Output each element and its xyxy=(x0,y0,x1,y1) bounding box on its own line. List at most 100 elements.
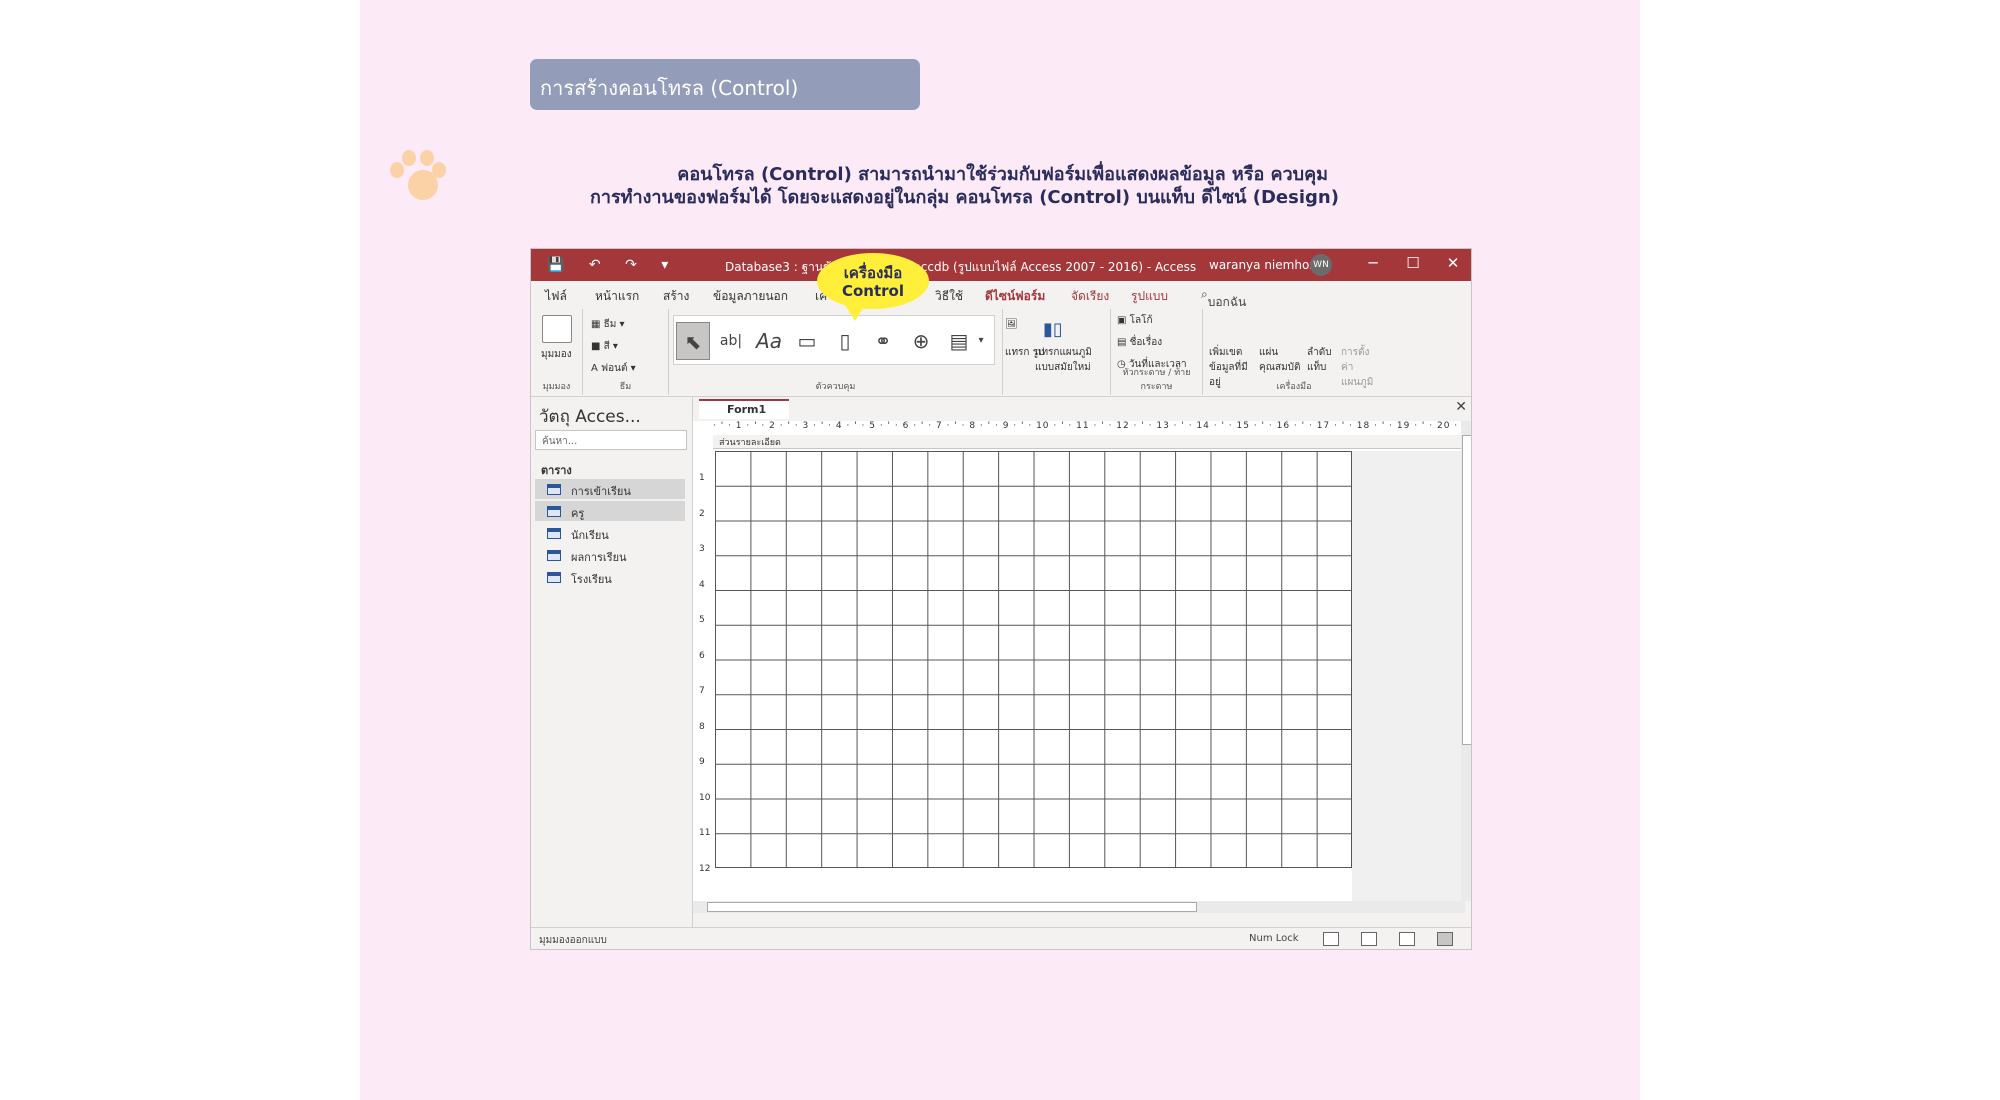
document-area: Form1 ✕ · ' · 1 · ' · 2 · ' · 3 · ' · 4 … xyxy=(693,397,1471,927)
datasheet-view-icon[interactable] xyxy=(1361,932,1377,946)
vertical-ruler-number: 6 xyxy=(699,650,705,661)
description-line-2: การทำงานของฟอร์มได้ โดยจะแสดงอยู่ในกลุ่ม… xyxy=(590,187,1339,208)
web-browser-tool-icon[interactable]: ⊕ xyxy=(904,322,938,360)
close-button[interactable]: ✕ xyxy=(1433,254,1471,272)
control-tools-callout: เครื่องมือ Control xyxy=(817,253,929,321)
minimize-button[interactable]: ─ xyxy=(1353,254,1393,272)
maximize-button[interactable]: ☐ xyxy=(1393,254,1433,272)
access-window: 💾 ↶ ↷ ▾ Database3 : ฐานข้อมูล- ...base3.… xyxy=(530,248,1472,950)
status-mode: มุมมองออกแบบ xyxy=(539,935,607,946)
tab-home[interactable]: หน้าแรก xyxy=(595,287,639,306)
vertical-ruler-number: 2 xyxy=(699,508,705,519)
vertical-ruler-number: 10 xyxy=(699,792,711,803)
status-bar: มุมมองออกแบบ Num Lock xyxy=(531,927,1471,950)
controls-group: ⬉ ab| Aa ▭ ▯ ⚭ ⊕ ▤ ▾ 🖼 ตัวควบคุม xyxy=(669,309,1018,395)
tools-group: เพิ่มเขตข้อมูลที่มีอยู่ แผ่นคุณสมบัติ ลำ… xyxy=(1203,309,1465,395)
quick-access-toolbar[interactable]: 💾 ↶ ↷ ▾ xyxy=(547,257,678,273)
tab-help[interactable]: วิธีใช้ xyxy=(935,287,963,306)
tab-arrange[interactable]: จัดเรียง xyxy=(1071,287,1109,306)
nav-search-input[interactable]: ค้นหา... xyxy=(535,430,687,450)
nav-item-label: ผลการเรียน xyxy=(571,551,627,564)
vertical-ruler-number: 4 xyxy=(699,579,705,590)
navigation-tool-icon[interactable]: ▤ xyxy=(942,322,976,360)
label-tool-icon[interactable]: Aa xyxy=(752,322,786,360)
vertical-ruler-number: 11 xyxy=(699,828,711,838)
table-icon xyxy=(547,506,561,517)
nav-item-teacher[interactable]: ครู xyxy=(535,501,685,521)
vertical-scroll-thumb[interactable] xyxy=(1462,435,1471,745)
view-icon[interactable] xyxy=(542,315,572,343)
table-icon xyxy=(547,484,561,495)
themes-item[interactable]: ▦ ธีม ▾ xyxy=(591,317,625,332)
hyperlink-tool-icon[interactable]: ⚭ xyxy=(866,322,900,360)
tab-form1[interactable]: Form1 xyxy=(699,399,789,419)
table-icon xyxy=(547,550,561,561)
title-label: ชื่อเรื่อง xyxy=(1129,337,1163,348)
tools-group-label: เครื่องมือ xyxy=(1276,382,1312,392)
insert-chart-button[interactable]: แทรกแผนภูมิ แบบสมัยใหม่ xyxy=(1035,345,1105,375)
design-view-icon[interactable] xyxy=(1437,932,1453,946)
tab-file[interactable]: ไฟล์ xyxy=(545,287,567,306)
nav-item-label: โรงเรียน xyxy=(571,573,612,586)
tell-me-box[interactable]: ⌕ บอกฉันว่าคุณต้องการทำอะไร xyxy=(1201,287,1249,366)
chart-icon[interactable]: ▮▯ xyxy=(1043,319,1063,340)
layout-view-icon[interactable] xyxy=(1399,932,1415,946)
horizontal-scrollbar[interactable] xyxy=(693,901,1465,913)
nav-item-label: ครู xyxy=(571,507,585,520)
gallery-more-icon[interactable]: ▾ xyxy=(972,322,990,360)
form-design-canvas[interactable]: · ' · 1 · ' · 2 · ' · 3 · ' · 4 · ' · 5 … xyxy=(693,421,1465,901)
horizontal-scroll-thumb[interactable] xyxy=(707,902,1197,912)
themes-label: ธีม xyxy=(603,319,617,330)
horizontal-ruler: · ' · 1 · ' · 2 · ' · 3 · ' · 4 · ' · 5 … xyxy=(713,421,1459,431)
tab-order-button[interactable]: ลำดับแท็บ xyxy=(1307,345,1337,375)
vertical-ruler-number: 12 xyxy=(699,863,711,874)
num-lock-indicator: Num Lock xyxy=(1249,933,1299,944)
description-line-1: คอนโทรล (Control) สามารถนำมาใช้ร่วมกับฟอ… xyxy=(677,164,1328,185)
form-grid[interactable] xyxy=(715,451,1352,868)
themes-group-label: ธีม xyxy=(619,382,632,392)
nav-item-school[interactable]: โรงเรียน xyxy=(535,567,685,587)
logo-label: โลโก้ xyxy=(1129,315,1153,326)
status-accent-bar xyxy=(531,949,939,950)
title-button[interactable]: ▤ ชื่อเรื่อง xyxy=(1117,335,1162,350)
textbox-tool-icon[interactable]: ab| xyxy=(714,322,748,360)
nav-group-tables[interactable]: ตาราง xyxy=(541,461,572,479)
title-bar: 💾 ↶ ↷ ▾ Database3 : ฐานข้อมูล- ...base3.… xyxy=(531,249,1471,281)
table-icon xyxy=(547,528,561,539)
paw-icon xyxy=(386,148,446,204)
insert-group: แทรก รูป ▮▯ แทรกแผนภูมิ แบบสมัยใหม่ xyxy=(1003,309,1111,395)
vertical-ruler-number: 5 xyxy=(699,615,705,625)
close-document-icon[interactable]: ✕ xyxy=(1455,399,1467,415)
fonts-item[interactable]: A ฟอนต์ ▾ xyxy=(591,361,636,376)
navigation-pane: วัตถุ Acces... ค้นหา... ตาราง การเข้าเรี… xyxy=(531,397,693,927)
colors-item[interactable]: ■ สี ▾ xyxy=(591,339,618,354)
tab-format[interactable]: รูปแบบ xyxy=(1131,287,1168,306)
vertical-scrollbar[interactable] xyxy=(1461,421,1471,901)
themes-group: ▦ ธีม ▾ ■ สี ▾ A ฟอนต์ ▾ ธีม xyxy=(583,309,669,395)
logo-button[interactable]: ▣ โลโก้ xyxy=(1117,313,1153,328)
nav-item-grades[interactable]: ผลการเรียน xyxy=(535,545,685,565)
property-sheet-button[interactable]: แผ่นคุณสมบัติ xyxy=(1259,345,1303,375)
fonts-label: ฟอนต์ xyxy=(601,363,628,374)
vertical-ruler-number: 8 xyxy=(699,721,705,732)
tab-external-data[interactable]: ข้อมูลภายนอก xyxy=(713,287,788,306)
tab-control-tool-icon[interactable]: ▯ xyxy=(828,322,862,360)
canvas-background xyxy=(1352,451,1465,901)
avatar[interactable]: WN xyxy=(1310,254,1332,276)
nav-item-attendance[interactable]: การเข้าเรียน xyxy=(535,479,685,499)
tab-create[interactable]: สร้าง xyxy=(663,287,689,306)
document-title: Database3 : ฐานข้อมูล- ...base3.accdb (ร… xyxy=(725,260,1197,274)
form-view-icon[interactable] xyxy=(1323,932,1339,946)
detail-section-bar[interactable]: ส่วนรายละเอียด xyxy=(713,435,1465,449)
nav-pane-title[interactable]: วัตถุ Acces... xyxy=(539,403,641,430)
button-tool-icon[interactable]: ▭ xyxy=(790,322,824,360)
nav-item-student[interactable]: นักเรียน xyxy=(535,523,685,543)
vertical-ruler-number: 1 xyxy=(699,473,705,483)
vertical-ruler-number: 7 xyxy=(699,686,705,696)
user-name[interactable]: waranya niemhom xyxy=(1209,258,1321,272)
header-footer-group: ▣ โลโก้ ▤ ชื่อเรื่อง ◷ วันที่และเวลา หัว… xyxy=(1111,309,1203,395)
vertical-ruler-number: 9 xyxy=(699,757,705,767)
controls-group-label: ตัวควบคุม xyxy=(815,382,856,392)
views-button[interactable]: มุมมอง xyxy=(541,347,572,362)
select-tool-icon[interactable]: ⬉ xyxy=(676,322,710,360)
